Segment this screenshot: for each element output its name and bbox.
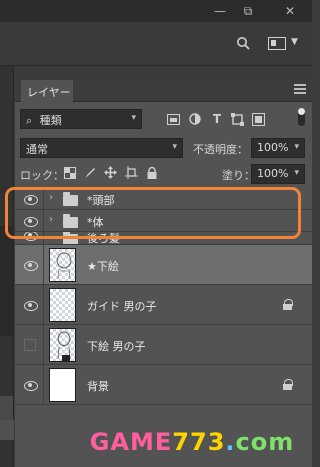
close-icon: ✕ — [284, 4, 296, 18]
annotation-highlight-box — [5, 187, 301, 239]
visibility-eye-icon[interactable] — [21, 379, 39, 391]
watermark-part: com — [235, 428, 295, 456]
search-filter-icon: ⌕ — [26, 114, 33, 127]
type-filter-icon[interactable]: T — [210, 112, 224, 126]
layer-thumbnail — [49, 288, 76, 322]
restore-button[interactable]: ⧉ — [234, 0, 262, 22]
lock-position-icon[interactable] — [104, 166, 117, 179]
minimize-icon: — — [214, 4, 226, 18]
chevron-down-icon: ▾ — [294, 168, 299, 178]
filter-toggle[interactable] — [298, 108, 305, 126]
blend-mode-value: 通常 — [26, 143, 48, 156]
opacity-field[interactable]: 100% ▾ — [251, 138, 305, 158]
filter-kind-select[interactable]: ⌕ 種類 ▾ — [20, 109, 142, 129]
row-separator — [43, 285, 44, 324]
row-separator — [43, 365, 44, 404]
workspace-panel-icon[interactable] — [268, 37, 286, 50]
lock-label: ロック： — [20, 169, 64, 182]
tab-layers[interactable]: レイヤー — [21, 80, 73, 102]
filter-kind-label: 種類 — [39, 114, 62, 127]
adjustment-filter-icon[interactable] — [188, 112, 202, 126]
left-dock-strip — [0, 66, 14, 467]
layer-lock-icon — [283, 379, 293, 390]
layer-thumbnail — [49, 328, 76, 362]
layer-name: ★下絵 — [87, 260, 119, 273]
chevron-down-icon[interactable]: ▼ — [291, 37, 298, 47]
panel-grip — [15, 66, 312, 78]
lock-artboard-icon[interactable] — [125, 166, 138, 179]
lock-pixels-icon[interactable] — [83, 166, 96, 179]
restore-icon: ⧉ — [243, 3, 253, 18]
visibility-eye-icon[interactable] — [21, 259, 39, 271]
panel-menu-icon[interactable] — [294, 84, 306, 94]
options-bar: ▼ — [0, 22, 312, 66]
layer-thumbnail — [49, 248, 76, 282]
minimize-button[interactable]: — — [206, 0, 234, 22]
row-separator — [43, 325, 44, 364]
layer-name: 背景 — [87, 380, 109, 393]
layer-row-background[interactable]: 背景 — [15, 365, 312, 405]
layers-panel: レイヤー ⌕ 種類 ▾ T 通常 ▾ 不透明度： 100% ▾ ロック： 塗り：… — [15, 66, 312, 467]
watermark-part: 773 — [172, 428, 226, 456]
chevron-down-icon: ▾ — [131, 113, 136, 123]
title-bar: — ⧉ ✕ — [0, 0, 312, 22]
pixel-filter-icon[interactable] — [166, 112, 180, 126]
layer-name: ガイド 男の子 — [87, 300, 157, 313]
row-separator — [43, 245, 44, 284]
chevron-down-icon: ▾ — [172, 142, 177, 152]
layer-name: 下絵 男の子 — [87, 340, 146, 353]
layer-lock-icon — [283, 299, 293, 310]
watermark-part: GAME — [89, 428, 173, 456]
smart-object-filter-icon[interactable] — [251, 112, 265, 126]
opacity-label: 不透明度： — [193, 143, 248, 156]
blend-mode-select[interactable]: 通常 ▾ — [20, 138, 183, 158]
layer-row-guide-boy[interactable]: ガイド 男の子 — [15, 285, 312, 325]
close-button[interactable]: ✕ — [276, 0, 304, 22]
lock-transparent-icon[interactable] — [63, 166, 76, 179]
site-watermark: GAME 773 . com — [86, 425, 298, 459]
lock-all-icon[interactable] — [145, 166, 158, 179]
panel-tab-bar: レイヤー — [15, 78, 312, 102]
visibility-eye-icon[interactable] — [21, 299, 39, 311]
chevron-down-icon: ▾ — [294, 142, 299, 152]
fill-value: 100% — [257, 167, 289, 180]
opacity-value: 100% — [257, 141, 289, 154]
left-dock-scroll — [0, 420, 14, 440]
visibility-off-box[interactable] — [24, 339, 36, 351]
fill-field[interactable]: 100% ▾ — [251, 164, 305, 184]
shape-filter-icon[interactable] — [230, 112, 244, 126]
layer-row-sketch-star[interactable]: ★下絵 — [15, 245, 312, 285]
watermark-part: . — [225, 428, 236, 456]
search-icon[interactable] — [236, 36, 250, 50]
layer-thumbnail — [49, 368, 76, 402]
layer-row-sketch-boy[interactable]: 下絵 男の子 — [15, 325, 312, 365]
